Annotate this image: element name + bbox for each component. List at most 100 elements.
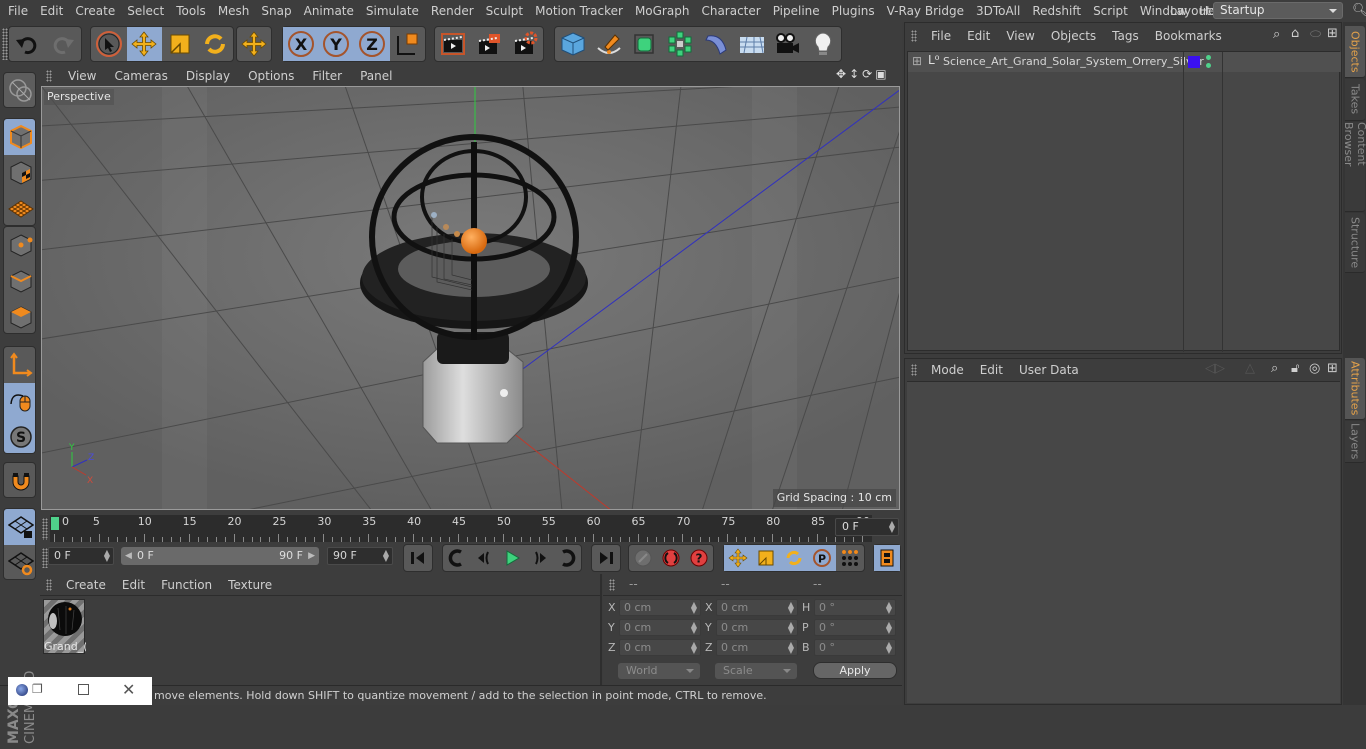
spinner-icon[interactable]: ▲ ▼ <box>886 601 892 615</box>
new-window-icon[interactable]: ⊞ <box>1327 361 1338 376</box>
live-selection-button[interactable] <box>91 27 127 61</box>
previous-keyframe-button[interactable] <box>443 545 471 571</box>
editor-visibility-dot[interactable] <box>1206 55 1211 60</box>
object-name[interactable]: Science_Art_Grand_Solar_System_Orrery_Si… <box>943 55 1204 68</box>
deformer-button[interactable] <box>698 27 734 61</box>
lock-icon[interactable]: 🔓︎ <box>1291 361 1299 376</box>
size-z-field[interactable]: 0 cm ▲ ▼ <box>716 639 798 656</box>
objects-menu-view[interactable]: View <box>998 29 1042 43</box>
object-manager-grip[interactable] <box>911 30 917 42</box>
preview-range-slider[interactable]: ◀ 0 F 90 F ▶ <box>121 547 319 565</box>
points-mode-button[interactable] <box>4 227 35 263</box>
material-swatch[interactable]: Grand_( <box>43 599 86 654</box>
tab-content-browser[interactable]: Content Browser <box>1342 122 1366 212</box>
make-editable-button[interactable] <box>4 73 35 107</box>
attributes-menu-edit[interactable]: Edit <box>972 363 1011 377</box>
home-icon[interactable]: ⌂ <box>1291 26 1299 41</box>
cube-button[interactable] <box>555 27 591 61</box>
menu-3dtoall[interactable]: 3DToAll <box>970 0 1026 22</box>
light-button[interactable] <box>805 27 841 61</box>
spinner-icon[interactable]: ▲ ▼ <box>889 520 895 534</box>
texture-mode-button[interactable] <box>4 155 35 191</box>
apply-button[interactable]: Apply <box>813 662 897 679</box>
timeline-ruler[interactable]: 051015202530354045505560657075808590 <box>50 515 872 542</box>
cloner-button[interactable] <box>662 27 698 61</box>
playhead[interactable] <box>51 517 59 530</box>
objects-menu-objects[interactable]: Objects <box>1043 29 1104 43</box>
current-frame-field[interactable]: 0 F ▲ ▼ <box>835 518 899 536</box>
pos-y-field[interactable]: 0 cm ▲ ▼ <box>619 619 701 636</box>
attributes-menu-user-data[interactable]: User Data <box>1011 363 1087 377</box>
search-icon[interactable]: ⌕ <box>1271 361 1278 376</box>
enable-axis-button[interactable] <box>4 347 35 383</box>
close-icon[interactable]: ✕ <box>122 680 135 699</box>
spinner-icon[interactable]: ▲ ▼ <box>788 621 794 635</box>
tab-structure[interactable]: Structure <box>1345 213 1365 273</box>
menu-vray-bridge[interactable]: V-Ray Bridge <box>881 0 970 22</box>
end-frame-field[interactable]: 90 F ▲ ▼ <box>327 547 393 565</box>
key-scale-button[interactable] <box>752 545 780 571</box>
key-rotation-button[interactable] <box>780 545 808 571</box>
zoom-view-icon[interactable]: ↕ <box>849 67 859 81</box>
menu-render[interactable]: Render <box>425 0 480 22</box>
new-window-icon[interactable]: ⊞ <box>1327 26 1338 41</box>
move-tool-button[interactable] <box>126 27 162 61</box>
menu-create[interactable]: Create <box>69 0 121 22</box>
model-mode-button[interactable] <box>4 119 35 155</box>
align-workplane-button[interactable] <box>4 545 35 579</box>
rotate-view-icon[interactable]: ⟳ <box>862 67 872 81</box>
tweak-mode-button[interactable] <box>4 383 35 419</box>
target-icon[interactable]: ◎ <box>1309 361 1320 376</box>
solo-button[interactable]: S <box>4 419 35 453</box>
search-icon[interactable]: 🔍︎ <box>1352 3 1366 18</box>
go-to-start-button[interactable] <box>404 545 432 571</box>
restore-icon[interactable]: ❐ <box>32 682 43 696</box>
spinner-icon[interactable]: ▲ ▼ <box>788 641 794 655</box>
material-menu-function[interactable]: Function <box>153 578 220 592</box>
pos-z-field[interactable]: 0 cm ▲ ▼ <box>619 639 701 656</box>
viewport-grip[interactable] <box>46 70 52 82</box>
back-arrow-icon[interactable]: ◁▷ <box>1205 361 1225 376</box>
tab-layers[interactable]: Layers <box>1345 421 1365 463</box>
coordinate-space-select[interactable]: World <box>618 663 700 679</box>
up-arrow-icon[interactable]: △ <box>1245 361 1255 376</box>
workplane-mode-button[interactable] <box>4 191 35 225</box>
range-left-arrow-icon[interactable]: ◀ <box>125 547 132 565</box>
render-picture-viewer-button[interactable] <box>471 27 507 61</box>
menu-edit[interactable]: Edit <box>34 0 69 22</box>
menu-select[interactable]: Select <box>121 0 170 22</box>
lock-workplane-button[interactable] <box>4 509 35 545</box>
rot-p-field[interactable]: 0 ° ▲ ▼ <box>814 619 896 636</box>
render-settings-button[interactable] <box>507 27 543 61</box>
menu-motion-tracker[interactable]: Motion Tracker <box>529 0 629 22</box>
toggle-layout-icon[interactable]: ▣ <box>875 67 886 81</box>
size-x-field[interactable]: 0 cm ▲ ▼ <box>716 599 798 616</box>
menu-file[interactable]: File <box>0 0 34 22</box>
next-keyframe-button[interactable] <box>553 545 581 571</box>
material-grip[interactable] <box>46 579 52 591</box>
menu-simulate[interactable]: Simulate <box>360 0 425 22</box>
subdivision-surface-button[interactable] <box>627 27 663 61</box>
next-frame-button[interactable] <box>526 545 554 571</box>
viewport-menu-cameras[interactable]: Cameras <box>105 69 176 83</box>
objects-menu-bookmarks[interactable]: Bookmarks <box>1147 29 1230 43</box>
x-axis-button[interactable]: X <box>283 27 319 61</box>
render-visibility-dot[interactable] <box>1206 63 1211 68</box>
objects-menu-edit[interactable]: Edit <box>959 29 998 43</box>
pan-view-icon[interactable]: ✥ <box>836 67 846 81</box>
expand-icon[interactable]: ⊞ <box>912 54 922 68</box>
play-button[interactable] <box>498 545 526 571</box>
tab-attributes[interactable]: Attributes <box>1345 358 1365 420</box>
object-row[interactable]: ⊞ L⁰ Science_Art_Grand_Solar_System_Orre… <box>908 52 1341 352</box>
spinner-icon[interactable]: ▲ ▼ <box>383 549 389 563</box>
go-to-end-button[interactable] <box>592 545 620 571</box>
menu-character[interactable]: Character <box>695 0 766 22</box>
objects-menu-tags[interactable]: Tags <box>1104 29 1147 43</box>
spinner-icon[interactable]: ▲ ▼ <box>691 621 697 635</box>
pos-x-field[interactable]: 0 cm ▲ ▼ <box>619 599 701 616</box>
scale-tool-button[interactable] <box>162 27 198 61</box>
search-icon[interactable]: ⌕ <box>1273 27 1280 42</box>
menu-pipeline[interactable]: Pipeline <box>767 0 826 22</box>
rot-h-field[interactable]: 0 ° ▲ ▼ <box>814 599 896 616</box>
y-axis-button[interactable]: Y <box>318 27 354 61</box>
